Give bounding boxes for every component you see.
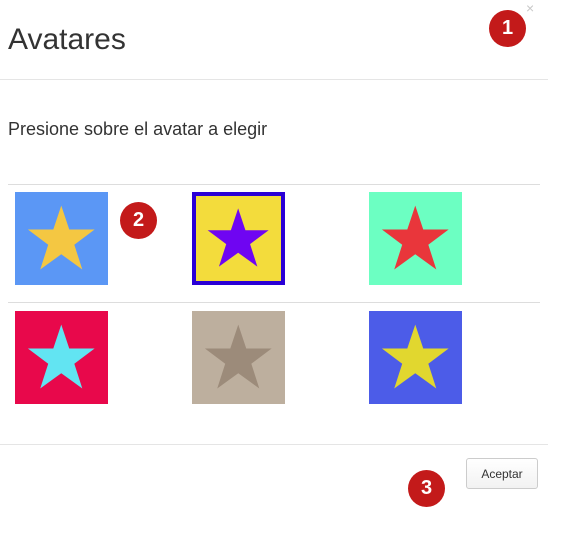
- avatar-option-6[interactable]: [369, 311, 462, 404]
- avatar-dialog: Avatares × Presione sobre el avatar a el…: [0, 0, 548, 533]
- callout-marker-1: 1: [489, 10, 526, 47]
- star-icon: [28, 205, 95, 270]
- grid-top-line: [8, 184, 540, 185]
- avatar-option-2[interactable]: [192, 192, 285, 285]
- dialog-title: Avatares: [8, 23, 126, 56]
- avatar-option-3[interactable]: [369, 192, 462, 285]
- star-icon: [382, 324, 449, 389]
- header-divider: [0, 79, 548, 80]
- callout-marker-3: 3: [408, 470, 445, 507]
- instruction-text: Presione sobre el avatar a elegir: [8, 119, 268, 139]
- avatar-option-1[interactable]: [15, 192, 108, 285]
- avatar-option-5[interactable]: [192, 311, 285, 404]
- star-icon: [28, 324, 95, 389]
- star-icon: [207, 208, 269, 267]
- grid-middle-line: [8, 302, 540, 303]
- callout-marker-2: 2: [120, 202, 157, 239]
- star-icon: [205, 324, 272, 389]
- star-icon: [382, 205, 449, 270]
- accept-button[interactable]: Aceptar: [466, 458, 538, 489]
- close-icon[interactable]: ×: [526, 0, 534, 16]
- avatar-option-4[interactable]: [15, 311, 108, 404]
- footer-divider: [0, 444, 548, 445]
